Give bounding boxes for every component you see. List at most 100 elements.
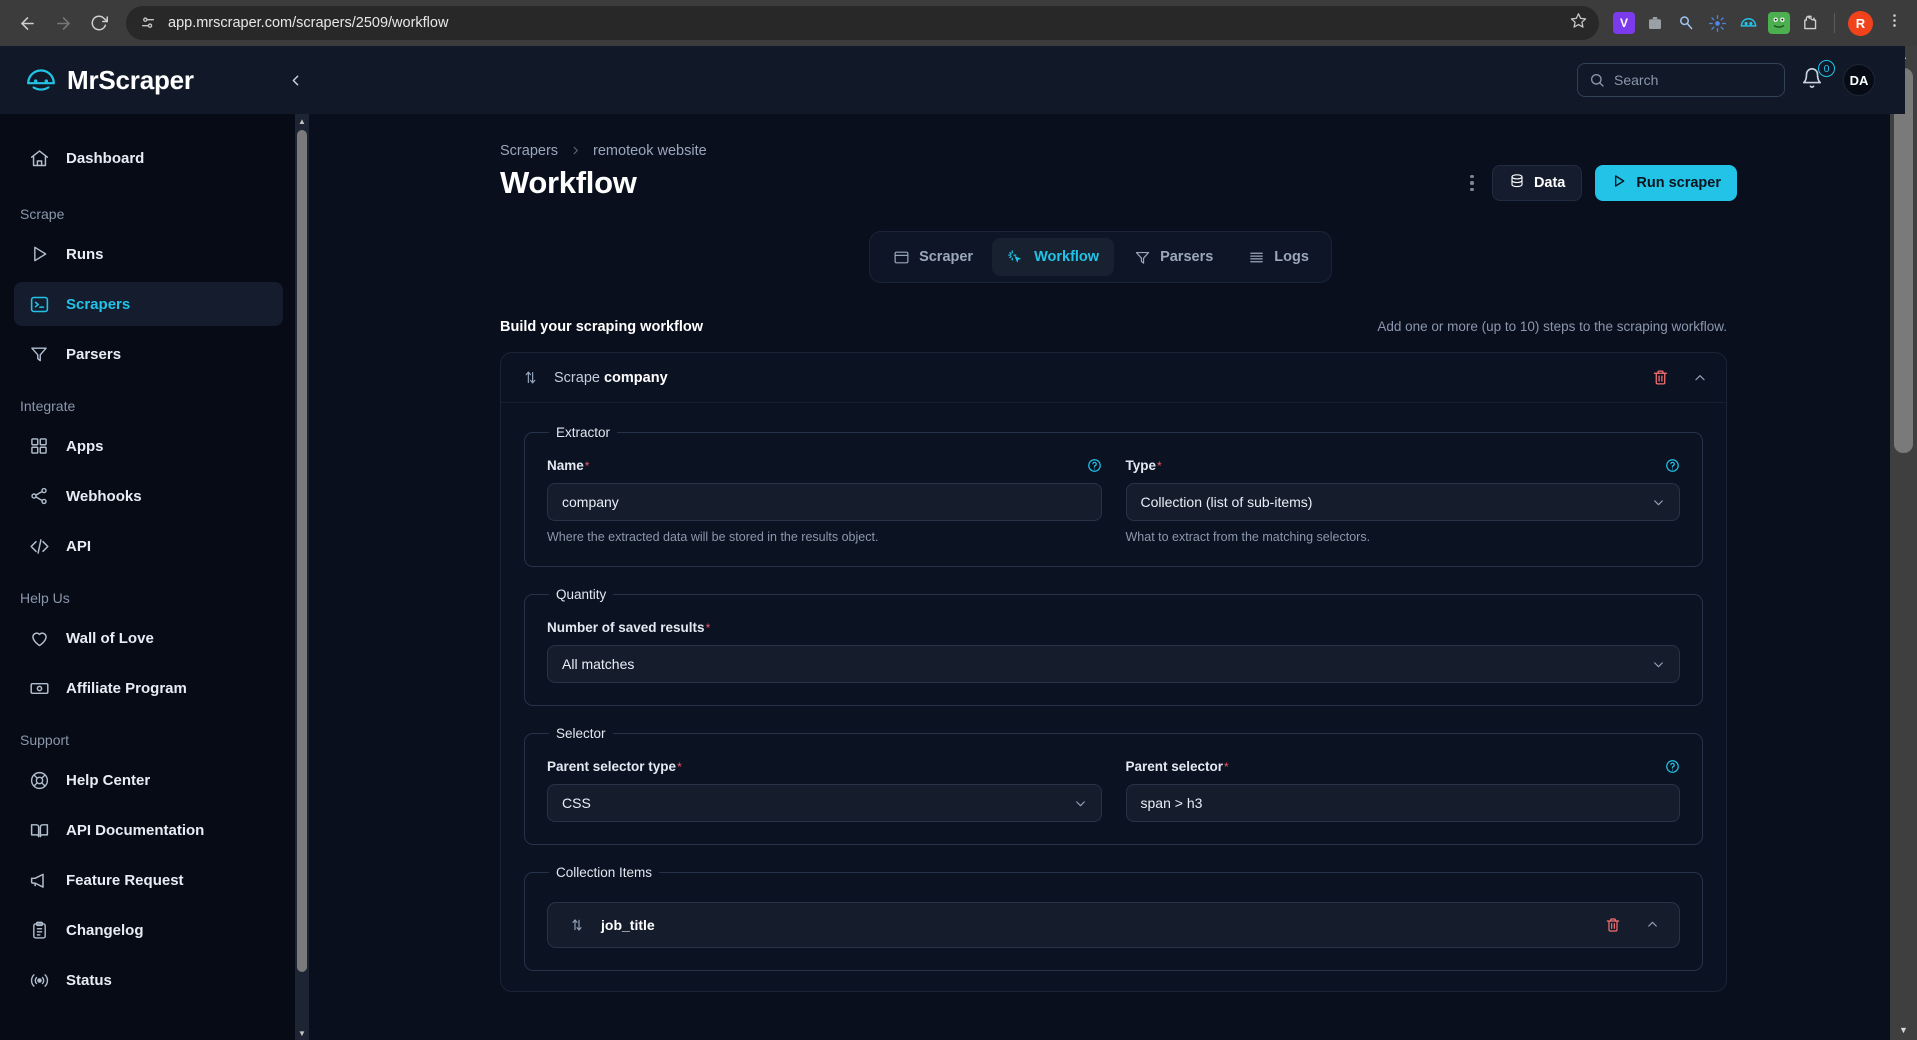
breadcrumb-scrapers[interactable]: Scrapers [500,143,558,159]
help-circle-icon[interactable] [1665,458,1680,473]
chevron-down-icon [1652,658,1665,671]
page-scroll-down-icon[interactable]: ▼ [1890,1020,1917,1040]
collapse-sidebar-icon[interactable] [280,65,310,95]
sidebar-scroll-down-icon[interactable]: ▼ [295,1026,309,1040]
tabs: Scraper Workflow Parsers Logs [869,231,1332,283]
reload-button[interactable] [82,6,116,40]
saved-results-select[interactable]: All matches [547,645,1680,683]
page-scrollbar[interactable]: ▲ ▼ [1890,46,1917,1040]
parent-selector-type-select[interactable]: CSS [547,784,1102,822]
address-bar[interactable]: app.mrscraper.com/scrapers/2509/workflow [126,6,1599,40]
extractor-group: Extractor Name * company Where the extrac… [524,425,1703,567]
trash-icon[interactable] [1652,369,1669,386]
sidebar-item-help-center[interactable]: Help Center [14,758,283,802]
type-select[interactable]: Collection (list of sub-items) [1125,483,1680,521]
site-settings-icon[interactable] [138,13,158,33]
bookmark-star-icon[interactable] [1570,12,1587,34]
inspector-extension-icon[interactable] [1675,12,1697,34]
browser-menu-icon[interactable] [1882,12,1907,34]
help-circle-icon[interactable] [1665,759,1680,774]
required-marker: * [705,620,711,635]
app-root: MrScraper Search 0 DA Dashboard Scrape R… [0,46,1917,1040]
sidebar-item-wall-of-love[interactable]: Wall of Love [14,616,283,660]
tab-workflow[interactable]: Workflow [992,238,1115,276]
parent-selector-input[interactable]: span > h3 [1125,784,1680,822]
database-icon [1509,173,1525,193]
name-field-hint: Where the extracted data will be stored … [547,530,879,544]
book-open-icon [28,819,50,841]
sidebar-item-label: Parsers [66,345,122,363]
screenshot-extension-icon[interactable] [1644,12,1666,34]
trash-icon[interactable] [1605,917,1622,934]
sidebar-scroll-up-icon[interactable]: ▲ [295,114,309,128]
mrscraper-extension-icon[interactable] [1737,12,1759,34]
sidebar: Dashboard Scrape Runs Scrapers Parsers I… [0,114,297,1040]
puzzle-extensions-icon[interactable] [1799,12,1821,34]
tab-scraper[interactable]: Scraper [877,238,988,276]
back-arrow-icon [20,16,34,30]
frog-extension-icon[interactable] [1768,12,1790,34]
chevron-up-icon[interactable] [1646,918,1660,932]
chevron-down-icon [1652,496,1665,509]
page-title: Workflow [500,165,637,200]
tab-parsers[interactable]: Parsers [1118,238,1228,276]
sidebar-item-dashboard[interactable]: Dashboard [14,136,283,180]
sidebar-item-parsers[interactable]: Parsers [14,332,283,376]
sidebar-item-runs[interactable]: Runs [14,232,283,276]
required-marker: * [1157,458,1162,473]
sidebar-item-api-documentation[interactable]: API Documentation [14,808,283,852]
chevron-up-icon[interactable] [1693,371,1707,385]
avatar[interactable]: DA [1843,64,1875,96]
extractor-legend: Extractor [556,425,611,440]
more-options-icon[interactable] [1465,174,1479,192]
required-marker: * [1224,759,1229,774]
megaphone-icon [28,869,50,891]
terminal-icon [28,293,50,315]
step-actions [1652,369,1707,386]
builder-hint: Add one or more (up to 10) steps to the … [1377,319,1727,334]
sidebar-item-label: API [66,537,92,555]
data-button[interactable]: Data [1491,165,1583,201]
browser-profile-avatar[interactable]: R [1848,10,1873,36]
home-icon [28,147,50,169]
run-scraper-button[interactable]: Run scraper [1595,165,1737,201]
toolbar-divider [1834,13,1835,33]
breadcrumb-current[interactable]: remoteok website [593,143,707,159]
address-bar-url[interactable]: app.mrscraper.com/scrapers/2509/workflow [168,15,1560,31]
extractor-fields: Name * company Where the extracted data w… [547,458,1680,544]
sidebar-item-apps[interactable]: Apps [14,424,283,468]
step-header[interactable]: Scrape company [501,353,1726,403]
reorder-arrows-icon[interactable] [569,917,586,934]
quantity-legend: Quantity [556,587,607,602]
sidebar-scrollbar[interactable]: ▲ ▼ [295,114,309,1040]
help-circle-icon[interactable] [1087,458,1102,473]
search-input[interactable]: Search [1577,63,1785,97]
name-input[interactable]: company [547,483,1102,521]
back-button[interactable] [10,6,44,40]
tab-logs[interactable]: Logs [1232,238,1324,276]
settings-gear-extension-icon[interactable] [1706,12,1728,34]
sidebar-item-label: Runs [66,245,104,263]
sidebar-item-api[interactable]: API [14,524,283,568]
funnel-icon [1133,248,1151,266]
sidebar-item-affiliate-program[interactable]: Affiliate Program [14,666,283,710]
sidebar-item-changelog[interactable]: Changelog [14,908,283,952]
sidebar-item-status[interactable]: Status [14,958,283,1002]
selector-fields: Parent selector type * CSS Parent selecto… [547,759,1680,822]
forward-button[interactable] [46,6,80,40]
sidebar-item-scrapers[interactable]: Scrapers [14,282,283,326]
collection-item-row[interactable]: job_title [547,902,1680,948]
heart-icon [28,627,50,649]
parent-selector-header: Parent selector * [1126,759,1681,774]
brand[interactable]: MrScraper [0,63,250,97]
page-scrollbar-thumb[interactable] [1894,68,1913,453]
sidebar-item-feature-request[interactable]: Feature Request [14,858,283,902]
vimium-extension-icon[interactable]: V [1613,12,1635,34]
reorder-arrows-icon[interactable] [522,369,539,386]
play-icon [28,243,50,265]
breadcrumb: Scrapers remoteok website [309,114,1892,159]
play-icon [1611,173,1627,193]
sidebar-scrollbar-thumb[interactable] [297,130,307,972]
notifications-button[interactable]: 0 [1801,60,1835,93]
sidebar-item-webhooks[interactable]: Webhooks [14,474,283,518]
